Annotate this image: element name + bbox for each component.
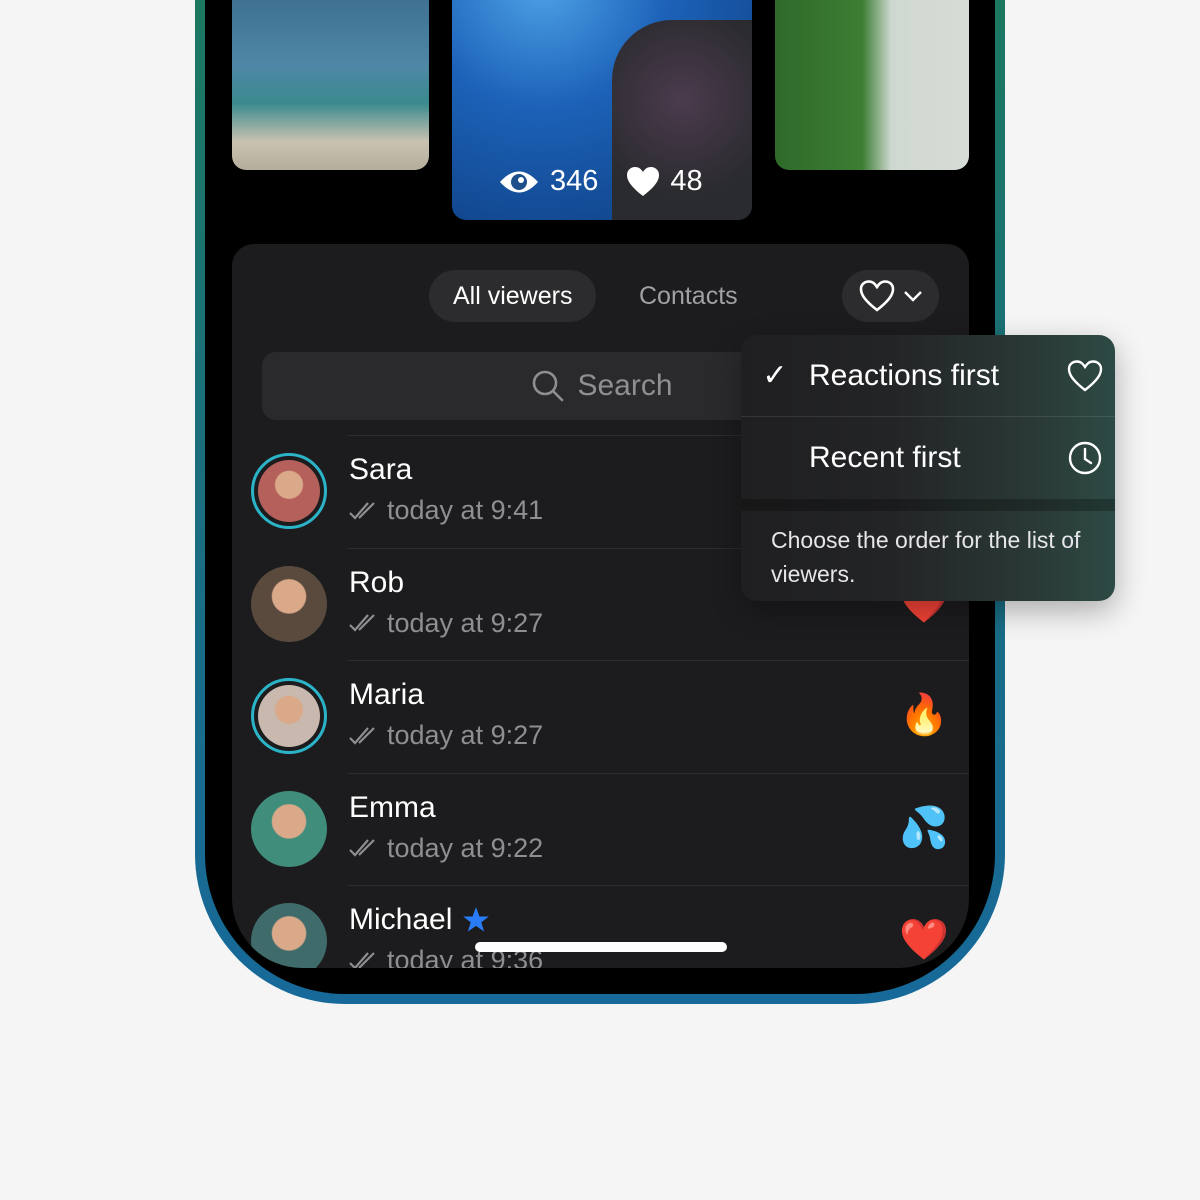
- avatar[interactable]: [251, 903, 327, 968]
- viewer-name: Emma: [349, 790, 436, 824]
- tab-all-viewers[interactable]: All viewers: [429, 270, 597, 322]
- premium-star-icon: [463, 907, 490, 932]
- clock-icon: [1068, 441, 1102, 474]
- avatar[interactable]: [251, 453, 327, 529]
- eye-icon: [500, 171, 538, 192]
- menu-item-label: Reactions first: [809, 358, 1000, 392]
- home-indicator[interactable]: [475, 942, 727, 952]
- viewer-row[interactable]: Maria today at 9:27 🔥: [232, 660, 969, 772]
- reaction-emoji: 🔥: [899, 693, 949, 737]
- heart-outline-icon: [859, 280, 894, 312]
- chevron-down-icon: [903, 291, 922, 302]
- sort-menu: ✓ Reactions first Recent first Choose th…: [741, 335, 1115, 601]
- double-check-icon: [349, 614, 375, 632]
- viewer-name: Rob: [349, 565, 405, 599]
- story-thumbnail-beach[interactable]: [232, 0, 429, 170]
- avatar[interactable]: [251, 565, 327, 642]
- row-divider: [347, 660, 969, 661]
- tab-contacts[interactable]: Contacts: [615, 270, 762, 322]
- menu-item-reactions-first[interactable]: ✓ Reactions first: [741, 335, 1115, 416]
- likes-count: 48: [670, 165, 703, 197]
- menu-item-recent-first[interactable]: Recent first: [741, 417, 1115, 498]
- sort-button[interactable]: [842, 270, 939, 322]
- row-divider: [347, 885, 969, 886]
- reaction-emoji: 💦: [899, 805, 949, 850]
- double-check-icon: [349, 726, 375, 745]
- double-check-icon: [349, 839, 375, 857]
- avatar[interactable]: [251, 790, 327, 867]
- viewer-name: Maria: [349, 678, 425, 711]
- heart-filled-icon: [627, 166, 660, 196]
- viewer-time: today at 9:27: [387, 720, 544, 750]
- story-thumbnail-seaplane[interactable]: [775, 0, 969, 170]
- reaction-emoji: ❤️: [899, 918, 949, 962]
- viewer-row[interactable]: Michael today at 9:36 ❤️: [232, 885, 969, 968]
- row-divider: [347, 772, 969, 774]
- menu-hint: Choose the order for the list of viewers…: [771, 527, 1081, 587]
- viewer-time: today at 9:27: [387, 607, 544, 638]
- search-placeholder: Search: [577, 369, 673, 402]
- views-count: 346: [550, 165, 599, 197]
- story-stats: 346 48: [498, 165, 703, 198]
- heart-icon: [1067, 359, 1103, 392]
- search-icon: [533, 370, 564, 402]
- avatar[interactable]: [251, 678, 327, 754]
- checkmark-icon: ✓: [762, 359, 788, 392]
- viewer-name: Sara: [349, 453, 413, 486]
- menu-item-label: Recent first: [809, 440, 961, 474]
- menu-section-separator: [741, 499, 1115, 511]
- viewer-row[interactable]: Emma today at 9:22 💦: [232, 772, 969, 885]
- double-check-icon: [349, 501, 375, 520]
- viewer-time: today at 9:22: [387, 832, 544, 863]
- double-check-icon: [349, 951, 375, 968]
- viewer-name: Michael: [349, 903, 453, 936]
- viewer-time: today at 9:41: [387, 495, 544, 525]
